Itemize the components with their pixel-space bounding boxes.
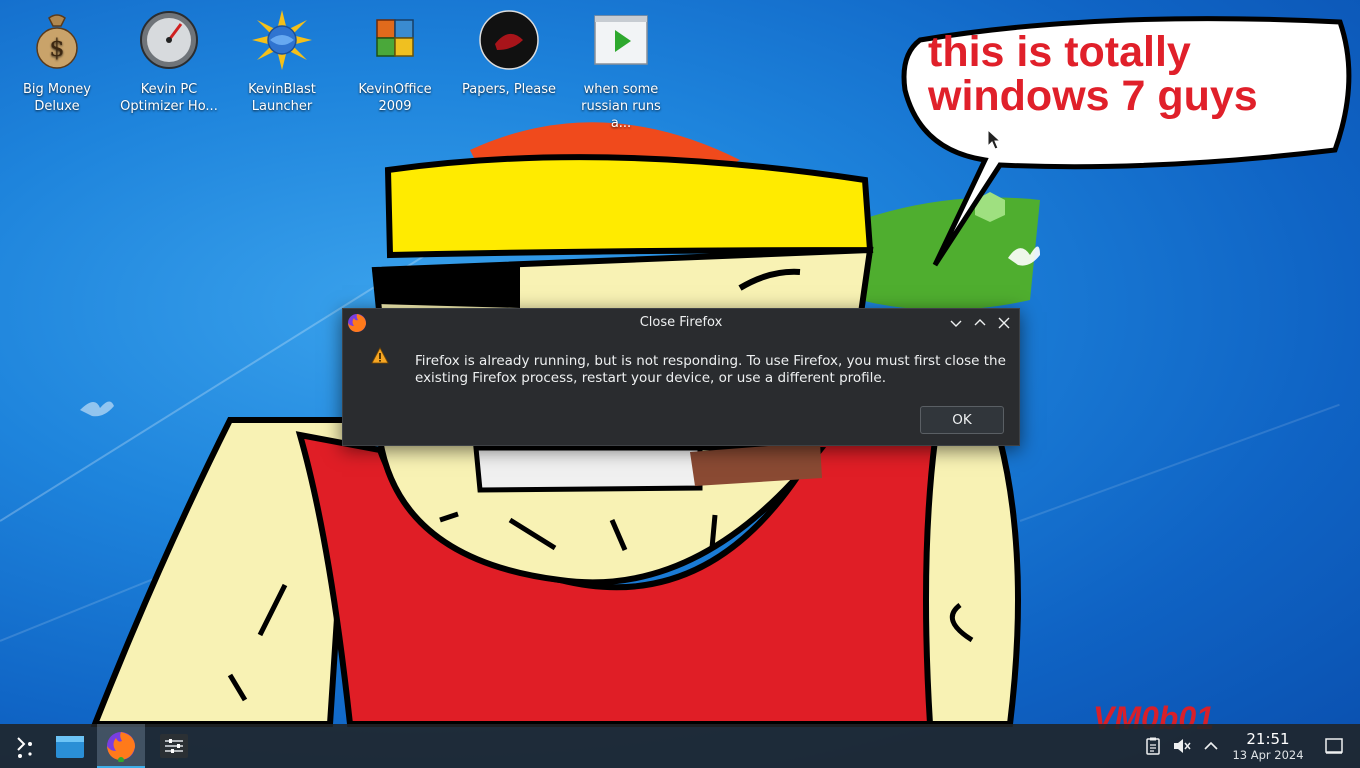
- close-firefox-dialog: Close Firefox Firefox is already running…: [342, 308, 1020, 446]
- settings-sliders-icon: [160, 734, 188, 758]
- desktop-icon-video-file[interactable]: when some russian runs a...: [571, 10, 671, 132]
- desktop-icon-kevinblast-launcher[interactable]: KevinBlast Launcher: [232, 10, 332, 115]
- desktop-icon-label: Papers, Please: [461, 82, 557, 97]
- launcher-icon: [17, 737, 32, 758]
- firefox-taskbar-button[interactable]: [97, 724, 145, 768]
- clock-date: 13 Apr 2024: [1232, 748, 1304, 762]
- papers-please-seal-icon: [479, 10, 539, 70]
- minimize-chevron-icon[interactable]: [947, 314, 965, 332]
- application-launcher-button[interactable]: [0, 724, 48, 768]
- desktop-icon-label: Kevin PC Optimizer Ho...: [120, 82, 218, 114]
- desktop-icon-kevin-pc-optimizer[interactable]: Kevin PC Optimizer Ho...: [119, 10, 219, 115]
- desktop-icon-big-money-deluxe[interactable]: $ Big Money Deluxe: [7, 10, 107, 115]
- dialog-titlebar[interactable]: Close Firefox: [343, 309, 1019, 337]
- volume-muted-icon[interactable]: [1172, 736, 1192, 756]
- firefox-icon: [107, 732, 135, 762]
- maximize-chevron-icon[interactable]: [971, 314, 989, 332]
- desktop-icon-papers-please[interactable]: Papers, Please: [459, 10, 559, 98]
- file-manager-button[interactable]: [46, 724, 94, 768]
- system-settings-button[interactable]: [150, 724, 198, 768]
- digital-clock[interactable]: 21:51 13 Apr 2024: [1228, 730, 1308, 762]
- clock-time: 21:51: [1246, 730, 1290, 748]
- speech-bubble-text: this is totally windows 7 guys: [928, 28, 1258, 120]
- money-bag-icon: $: [36, 14, 78, 69]
- dialog-message: Firefox is already running, but is not r…: [415, 353, 1006, 386]
- sunburst-globe-icon: [252, 10, 312, 70]
- video-play-icon: [594, 15, 648, 65]
- taskbar: 21:51 13 Apr 2024: [0, 724, 1360, 768]
- close-icon[interactable]: [995, 314, 1013, 332]
- clipboard-icon[interactable]: [1143, 736, 1163, 756]
- desktop-icon-kevinoffice-2009[interactable]: KevinOffice 2009: [345, 10, 445, 115]
- office-logo-icon: [376, 19, 414, 57]
- desktop-icon-label: when some russian runs a...: [581, 82, 661, 131]
- mouse-cursor-icon: [987, 129, 1001, 150]
- desktop-icon-label: Big Money Deluxe: [22, 82, 91, 114]
- ok-button[interactable]: OK: [920, 406, 1004, 434]
- dialog-title: Close Firefox: [639, 315, 723, 330]
- desktop-icon-label: KevinOffice 2009: [358, 82, 432, 114]
- svg-text:$: $: [49, 34, 64, 62]
- chevron-up-icon[interactable]: [1201, 736, 1221, 756]
- folder-icon: [56, 736, 84, 758]
- show-desktop-icon[interactable]: [1324, 736, 1344, 756]
- warning-icon: [371, 347, 389, 364]
- desktop-icon-label: KevinBlast Launcher: [248, 82, 316, 114]
- gauge-icon: [140, 11, 198, 69]
